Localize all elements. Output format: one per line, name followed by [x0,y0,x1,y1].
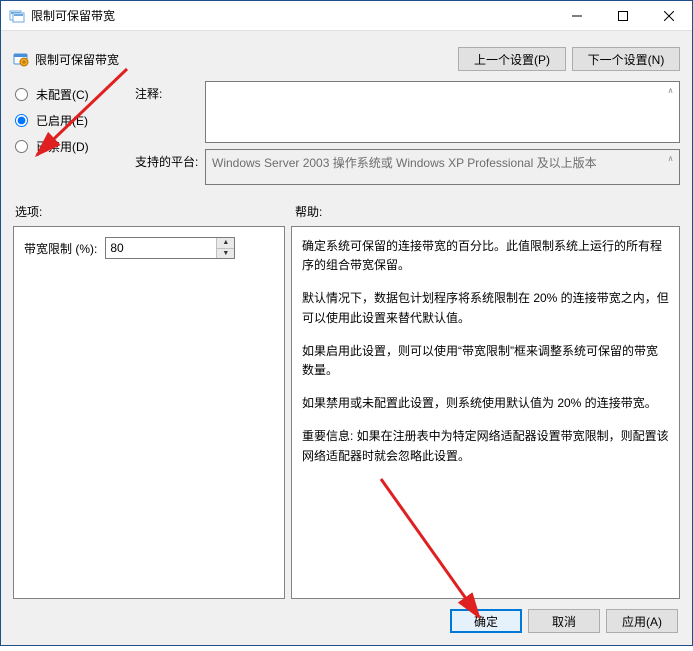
radio-disabled[interactable]: 已禁用(D) [13,133,131,159]
radio-not-configured[interactable]: 未配置(C) [13,81,131,107]
radio-not-configured-label: 未配置(C) [36,86,89,103]
section-labels: 选项: 帮助: [13,203,680,220]
bandwidth-limit-input[interactable] [106,238,216,258]
comment-column: 注释: ∧ 支持的平台: Windows Server 2003 操作系统或 W… [135,81,680,185]
bandwidth-limit-label: 带宽限制 (%): [24,240,97,257]
header-row: 限制可保留带宽 上一个设置(P) 下一个设置(N) [13,41,680,81]
policy-heading: 限制可保留带宽 [13,47,119,68]
titlebar: 限制可保留带宽 [1,1,692,31]
help-p5: 重要信息: 如果在注册表中为特定网络适配器设置带宽限制，则配置该网络适配器时就会… [302,427,669,465]
radio-disabled-input[interactable] [15,140,28,153]
minimize-button[interactable] [554,1,600,30]
close-button[interactable] [646,1,692,30]
help-p2: 默认情况下，数据包计划程序将系统限制在 20% 的连接带宽之内，但可以使用此设置… [302,289,669,327]
window-controls [554,1,692,30]
platform-block: 支持的平台: Windows Server 2003 操作系统或 Windows… [135,149,680,185]
bandwidth-limit-spinner[interactable]: ▲ ▼ [105,237,235,259]
window-title: 限制可保留带宽 [31,7,554,24]
help-p3: 如果启用此设置，则可以使用“带宽限制”框来调整系统可保留的带宽数量。 [302,342,669,380]
platform-textarea: Windows Server 2003 操作系统或 Windows XP Pro… [205,149,680,185]
help-panel[interactable]: 确定系统可保留的连接带宽的百分比。此值限制系统上运行的所有程序的组合带宽保留。 … [291,226,680,599]
comment-block: 注释: ∧ [135,81,680,143]
ok-button[interactable]: 确定 [450,609,522,633]
config-row: 未配置(C) 已启用(E) 已禁用(D) 注释: ∧ [13,81,680,185]
scroll-up-icon[interactable]: ∧ [663,151,678,166]
maximize-button[interactable] [600,1,646,30]
next-setting-button[interactable]: 下一个设置(N) [572,47,680,71]
cancel-button[interactable]: 取消 [528,609,600,633]
comment-label: 注释: [135,81,199,102]
bandwidth-limit-row: 带宽限制 (%): ▲ ▼ [24,237,274,259]
radio-not-configured-input[interactable] [15,88,28,101]
comment-textarea[interactable]: ∧ [205,81,680,143]
app-icon [9,8,25,24]
dialog-footer: 确定 取消 应用(A) [13,599,680,635]
policy-icon [13,52,29,68]
help-p1: 确定系统可保留的连接带宽的百分比。此值限制系统上运行的所有程序的组合带宽保留。 [302,237,669,275]
help-label: 帮助: [291,203,680,220]
radio-enabled-input[interactable] [15,114,28,127]
panels-row: 带宽限制 (%): ▲ ▼ 确定系统可保留的连接带宽的百分比。此值限制系统上运行… [13,226,680,599]
apply-button[interactable]: 应用(A) [606,609,678,633]
scroll-up-icon[interactable]: ∧ [663,83,678,98]
policy-name: 限制可保留带宽 [35,51,119,68]
dialog-content: 限制可保留带宽 上一个设置(P) 下一个设置(N) 未配置(C) 已启用(E) … [1,31,692,645]
options-label: 选项: [13,203,291,220]
radio-enabled-label: 已启用(E) [36,112,88,129]
prev-setting-button[interactable]: 上一个设置(P) [458,47,566,71]
radio-enabled[interactable]: 已启用(E) [13,107,131,133]
radio-column: 未配置(C) 已启用(E) 已禁用(D) [13,81,131,159]
help-body: 确定系统可保留的连接带宽的百分比。此值限制系统上运行的所有程序的组合带宽保留。 … [302,237,669,466]
spinner-down-button[interactable]: ▼ [217,249,234,259]
platform-label: 支持的平台: [135,149,199,170]
help-p4: 如果禁用或未配置此设置，则系统使用默认值为 20% 的连接带宽。 [302,394,669,413]
spinner-buttons: ▲ ▼ [216,238,234,258]
platform-value: Windows Server 2003 操作系统或 Windows XP Pro… [212,156,597,170]
options-panel: 带宽限制 (%): ▲ ▼ [13,226,285,599]
spinner-up-button[interactable]: ▲ [217,238,234,249]
dialog-window: 限制可保留带宽 [0,0,693,646]
radio-disabled-label: 已禁用(D) [36,138,89,155]
